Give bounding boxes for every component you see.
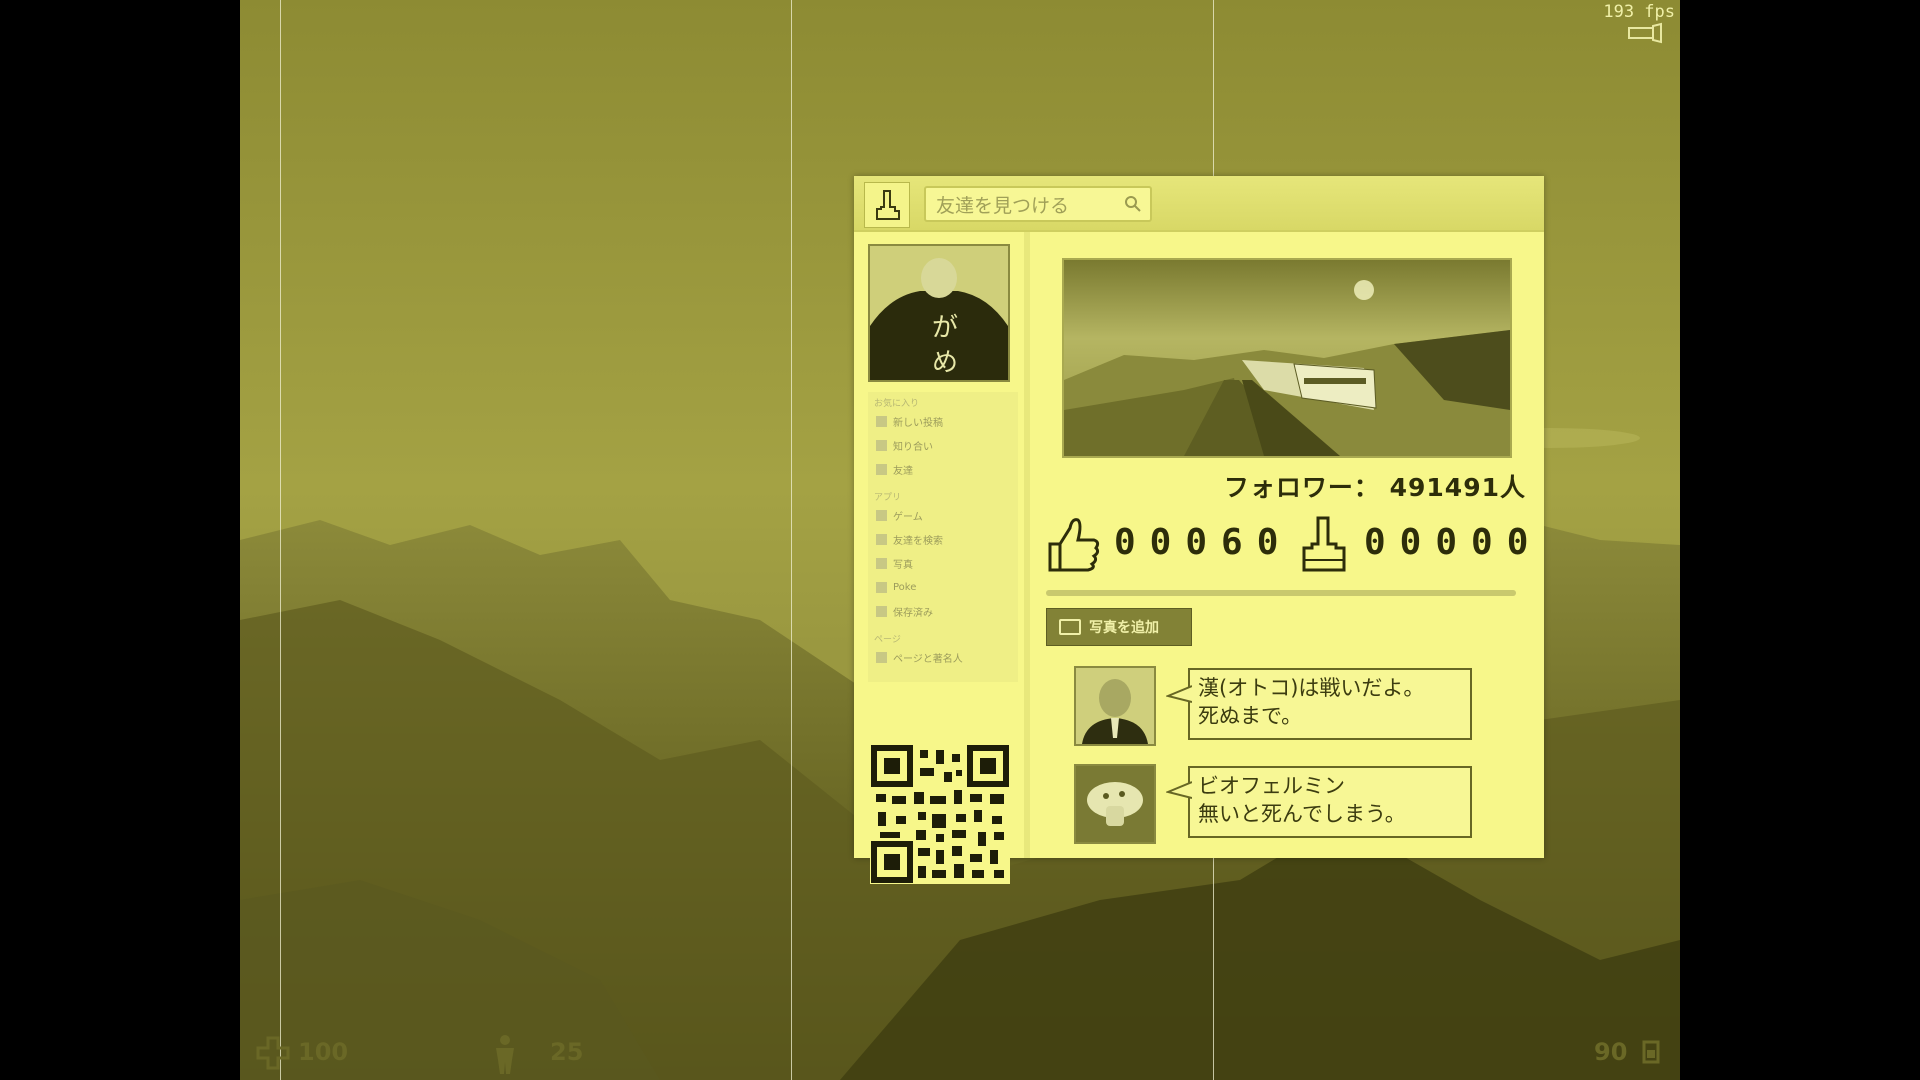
menu-item-label: 友達を検索 xyxy=(893,535,943,547)
menu-item-icon xyxy=(876,415,887,427)
speech-tail xyxy=(1166,781,1192,799)
speech-tail xyxy=(1166,685,1192,703)
search-icon[interactable] xyxy=(1124,195,1142,213)
health-cross-icon xyxy=(256,1036,290,1070)
menu-item-icon xyxy=(876,651,887,663)
ammo-icon xyxy=(1642,1040,1660,1064)
menu-item-label: 新しい投稿 xyxy=(893,417,943,429)
menu-item-label: ゲーム xyxy=(893,511,923,523)
middle-finger-icon[interactable] xyxy=(1294,514,1354,574)
armor-value: 25 xyxy=(550,1038,584,1066)
menu-item-label: 写真 xyxy=(893,559,913,571)
menu-section-pages: ページ xyxy=(874,635,901,645)
menu-item-games[interactable]: ゲーム xyxy=(876,506,923,524)
svg-text:め: め xyxy=(932,348,958,378)
post-avatar-man[interactable] xyxy=(1074,666,1156,746)
menu-item-label: 知り合い xyxy=(893,441,933,453)
post-bubble-2: ビオフェルミン 無いと死んでしまう。 xyxy=(1188,766,1472,838)
menu-item-icon xyxy=(876,533,887,545)
menu-item-label: ページと著名人 xyxy=(893,653,963,665)
menu-item-new-posts[interactable]: 新しい投稿 xyxy=(876,412,943,430)
menu-item-label: 保存済み xyxy=(893,607,933,619)
menu-item-icon xyxy=(876,509,887,521)
flashlight-icon xyxy=(1628,22,1662,44)
search-placeholder: 友達を見つける xyxy=(936,195,1070,217)
qr-code xyxy=(870,744,1010,884)
top-bar: 友達を見つける xyxy=(854,176,1544,232)
train-cover-photo[interactable] xyxy=(1062,258,1512,458)
vertical-line-2 xyxy=(791,0,792,1080)
profile-photo[interactable]: が め xyxy=(868,244,1010,382)
menu-item-friends[interactable]: 友達 xyxy=(876,460,913,478)
game-viewport: 友達を見つける が め お気に入り 新しい投稿 知り合い 友達 アプリ ゲーム … xyxy=(240,0,1680,1080)
post-avatar-mushroom[interactable] xyxy=(1074,764,1156,844)
middle-finger-count: 00000 xyxy=(1364,522,1543,563)
fps-counter: 193 fps xyxy=(1603,2,1675,22)
add-photo-label: 写真を追加 xyxy=(1089,620,1159,636)
health-value: 100 xyxy=(298,1038,349,1066)
post-text-line: ビオフェルミン xyxy=(1198,774,1345,798)
menu-item-label: Poke xyxy=(893,581,917,593)
add-photo-button[interactable]: 写真を追加 xyxy=(1046,608,1192,646)
progress-fill xyxy=(1046,590,1516,596)
search-input[interactable]: 友達を見つける xyxy=(924,186,1152,222)
post-bubble-1: 漢(オトコ)は戦いだよ。 死ぬまで。 xyxy=(1188,668,1472,740)
post-text-line: 漢(オトコ)は戦いだよ。 xyxy=(1198,676,1425,700)
menu-item-icon xyxy=(876,557,887,569)
svg-text:が: が xyxy=(932,313,958,343)
menu-item-icon xyxy=(876,605,887,617)
middle-finger-logo-icon[interactable] xyxy=(864,182,910,228)
menu-item-icon xyxy=(876,581,887,593)
like-count: 00060 xyxy=(1114,522,1293,563)
menu-item-label: 友達 xyxy=(893,465,913,477)
follower-count: フォロワー： 491491人 xyxy=(1223,473,1526,502)
thumbs-up-icon[interactable] xyxy=(1042,514,1102,574)
menu-item-icon xyxy=(876,463,887,475)
left-sidebar: が め お気に入り 新しい投稿 知り合い 友達 アプリ ゲーム 友達を検索 写真… xyxy=(854,232,1024,884)
photo-icon xyxy=(1059,619,1081,635)
social-profile-panel: 友達を見つける が め お気に入り 新しい投稿 知り合い 友達 アプリ ゲーム … xyxy=(854,176,1544,884)
menu-item-acquaintances[interactable]: 知り合い xyxy=(876,436,933,454)
suit-armor-icon xyxy=(496,1035,514,1074)
side-menu: お気に入り 新しい投稿 知り合い 友達 アプリ ゲーム 友達を検索 写真 Pok… xyxy=(868,392,1018,682)
menu-item-find-friends[interactable]: 友達を検索 xyxy=(876,530,943,548)
sidebar-divider xyxy=(1024,232,1030,858)
post-text-line: 死ぬまで。 xyxy=(1198,704,1303,728)
post-text-line: 無いと死んでしまう。 xyxy=(1198,802,1406,826)
ammo-value: 90 xyxy=(1594,1038,1628,1066)
menu-item-photos[interactable]: 写真 xyxy=(876,554,913,572)
menu-item-pages-celebrities[interactable]: ページと著名人 xyxy=(876,648,963,666)
vertical-line-1 xyxy=(280,0,281,1080)
menu-item-saved[interactable]: 保存済み xyxy=(876,602,933,620)
menu-item-poke[interactable]: Poke xyxy=(876,578,916,596)
menu-item-icon xyxy=(876,439,887,451)
progress-bar xyxy=(1046,590,1516,596)
menu-section-favorites: お気に入り xyxy=(874,399,920,409)
menu-section-apps: アプリ xyxy=(874,493,902,503)
